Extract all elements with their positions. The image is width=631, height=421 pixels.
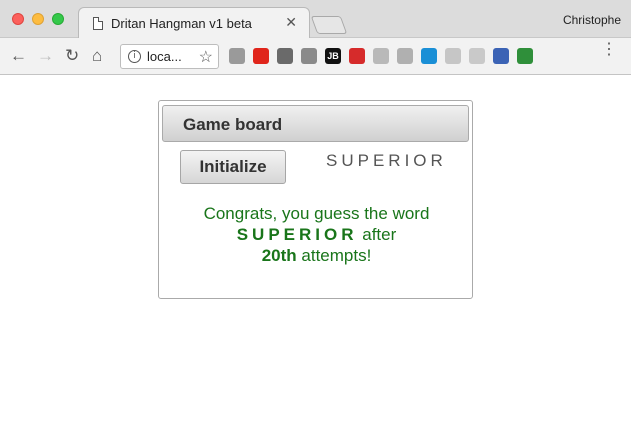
reload-icon[interactable]: ↻ xyxy=(65,46,79,66)
back-arrow-icon[interactable]: ← xyxy=(10,46,27,66)
edge-icon[interactable] xyxy=(421,48,437,64)
profile-name[interactable]: Christophe xyxy=(563,13,621,27)
jetbrains-icon[interactable]: JB xyxy=(325,48,341,64)
panel-header: Game board xyxy=(162,105,469,142)
message-word: SUPERIOR xyxy=(236,225,358,244)
info-icon[interactable]: i xyxy=(128,50,141,63)
feather-icon[interactable] xyxy=(469,48,485,64)
fast-forward-icon[interactable] xyxy=(349,48,365,64)
message-attempts: 20th xyxy=(261,246,297,265)
document-icon xyxy=(93,17,103,30)
cube-icon[interactable] xyxy=(517,48,533,64)
initialize-button[interactable]: Initialize xyxy=(180,150,286,184)
browser-tab[interactable]: Dritan Hangman v1 beta ✕ xyxy=(78,7,310,39)
opera-icon[interactable] xyxy=(253,48,269,64)
bookmark-star-icon[interactable]: ☆ xyxy=(199,47,213,67)
game-panel: Game board Initialize SUPERIOR Congrats,… xyxy=(158,100,473,299)
minimize-window-button[interactable] xyxy=(32,13,44,25)
address-bar[interactable]: i loca... ☆ xyxy=(120,44,219,69)
p-icon[interactable] xyxy=(301,48,317,64)
tab-title: Dritan Hangman v1 beta xyxy=(111,16,252,31)
home-icon[interactable]: ⌂ xyxy=(92,46,102,66)
browser-toolbar: ← → ↻ ⌂ i loca... ☆ JB ⋮ xyxy=(0,38,631,75)
result-message: Congrats, you guess the word SUPERIOR af… xyxy=(179,203,454,266)
maximize-window-button[interactable] xyxy=(52,13,64,25)
title-bar: Dritan Hangman v1 beta ✕ Christophe xyxy=(0,0,631,39)
circle-icon[interactable] xyxy=(445,48,461,64)
tab-close-icon[interactable]: ✕ xyxy=(285,14,297,31)
new-tab-button[interactable] xyxy=(310,16,348,34)
close-window-button[interactable] xyxy=(12,13,24,25)
recycle-icon[interactable] xyxy=(277,48,293,64)
message-text-2: after xyxy=(362,225,397,244)
forward-arrow-icon[interactable]: → xyxy=(37,46,54,66)
dropbox-icon[interactable] xyxy=(397,48,413,64)
menu-icon[interactable]: ⋮ xyxy=(601,42,617,58)
bookmark-icon[interactable] xyxy=(493,48,509,64)
url-text[interactable]: loca... xyxy=(147,49,182,64)
camera-icon[interactable] xyxy=(229,48,245,64)
copy-icon[interactable] xyxy=(373,48,389,64)
panel-title: Game board xyxy=(183,115,283,134)
message-text-3: attempts! xyxy=(301,246,372,265)
word-display: SUPERIOR xyxy=(326,151,447,170)
message-text-1: Congrats, you guess the word xyxy=(203,204,430,223)
